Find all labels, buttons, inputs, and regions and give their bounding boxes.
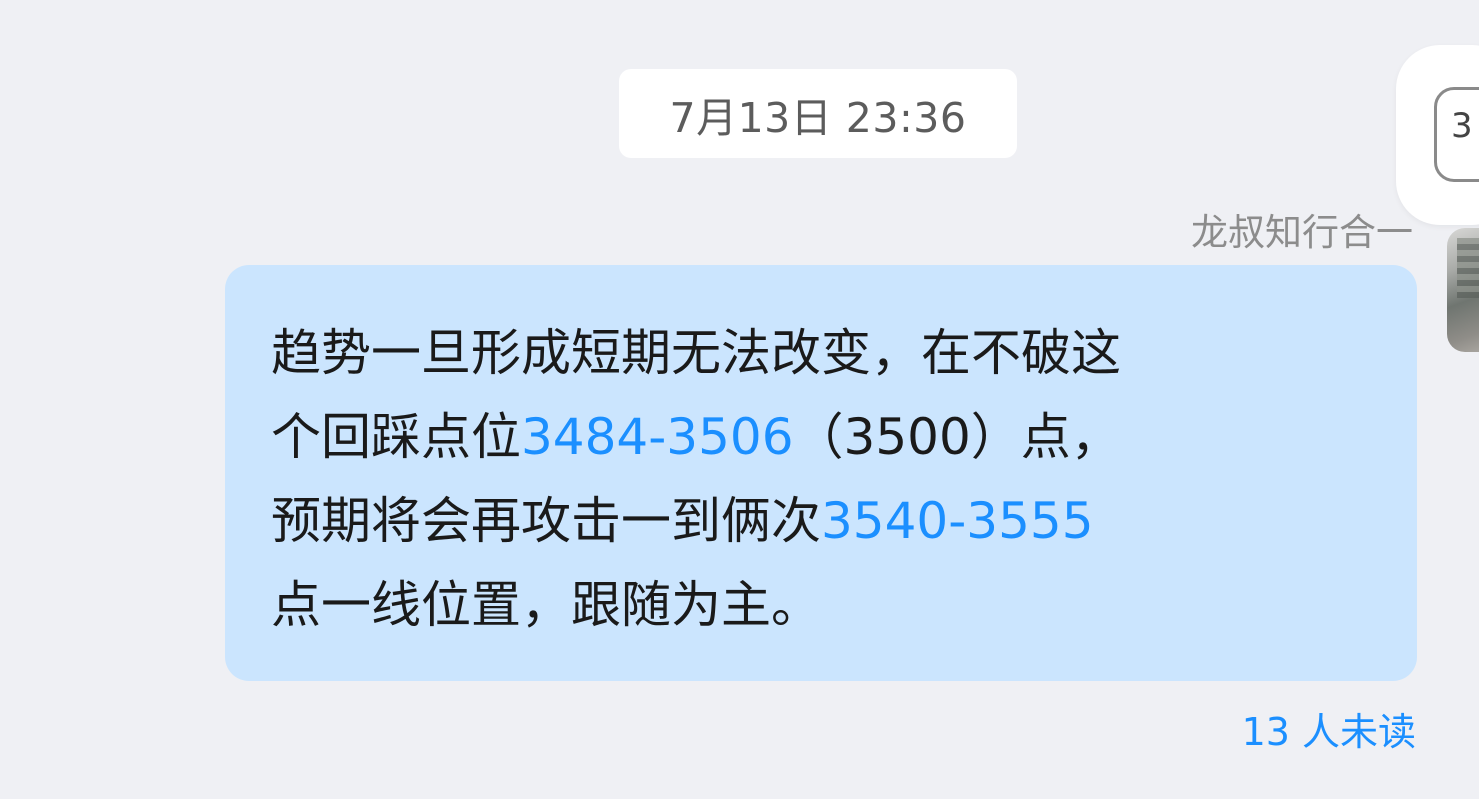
unread-count-link[interactable]: 13 人未读	[1242, 701, 1416, 756]
number-link-3484-3506[interactable]: 3484-3506	[521, 408, 794, 466]
message-bubble[interactable]: 趋势一旦形成短期无法改变，在不破这 个回踩点位3484-3506（3500）点，…	[225, 265, 1417, 681]
message-text-segment: 个回踩点位	[271, 408, 521, 466]
sender-avatar[interactable]	[1447, 228, 1479, 352]
message-timestamp: 7月13日 23:36	[619, 69, 1017, 158]
floating-window-button[interactable]: 3	[1396, 45, 1479, 225]
sender-name: 龙叔知行合一	[1191, 211, 1413, 254]
timestamp-text: 7月13日 23:36	[669, 93, 967, 142]
floating-badge-text: 3	[1451, 106, 1473, 146]
floating-window-icon: 3	[1434, 87, 1479, 182]
message-line-2: 个回踩点位3484-3506（3500）点，	[271, 395, 1377, 479]
message-line-3: 预期将会再攻击一到俩次3540-3555	[271, 479, 1377, 563]
message-text-segment: （3500）点，	[793, 408, 1121, 466]
message-text-segment: 预期将会再攻击一到俩次	[271, 492, 821, 550]
number-link-3540-3555[interactable]: 3540-3555	[821, 492, 1094, 550]
message-line-4: 点一线位置，跟随为主。	[271, 576, 821, 634]
message-line-1: 趋势一旦形成短期无法改变，在不破这	[271, 324, 1121, 382]
